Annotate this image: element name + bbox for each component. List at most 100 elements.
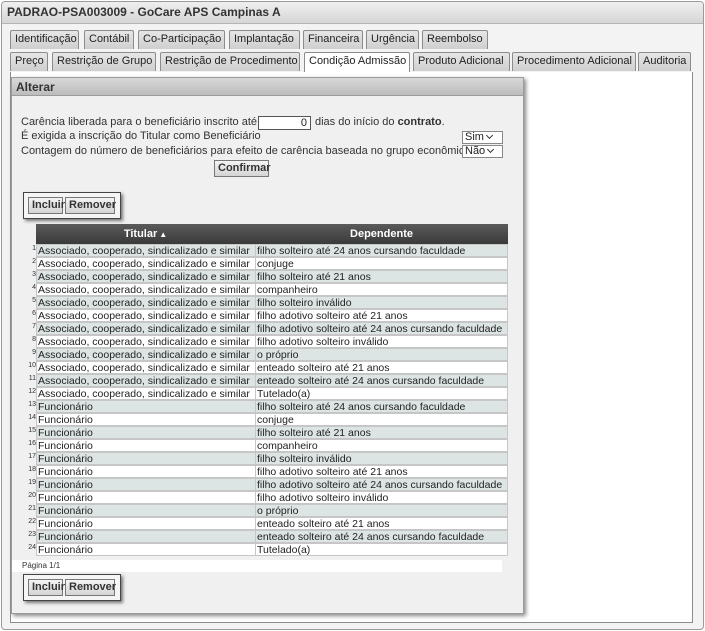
remover-button-bottom[interactable]: Remover [65, 579, 116, 596]
row-number: 9 [32, 349, 36, 356]
cell-dependente: o próprio [255, 348, 508, 361]
row-number: 12 [28, 388, 36, 395]
table-row[interactable]: 1 Associado, cooperado, sindicalizado e s… [25, 244, 508, 257]
cell-titular: Funcionário [36, 413, 255, 426]
pager: Página 1/1 [12, 560, 502, 572]
row-number: 20 [28, 492, 36, 499]
tab-produto-adicional[interactable]: Produto Adicional [413, 52, 510, 71]
row-number: 3 [32, 271, 36, 278]
row-number: 21 [28, 505, 36, 512]
cell-titular: Funcionário [36, 491, 255, 504]
remover-button-top[interactable]: Remover [65, 197, 116, 214]
window-title: PADRAO-PSA003009 - GoCare APS Campinas A [2, 2, 703, 24]
carencia-label: Carência liberada para o beneficiário in… [21, 116, 257, 128]
table-row[interactable]: 24 Funcionário Tutelado(a) [25, 543, 508, 556]
row-number: 5 [32, 297, 36, 304]
table-row[interactable]: 18 Funcionário filho adotivo solteiro até … [25, 465, 508, 478]
tab-implantacao[interactable]: Implantação [229, 30, 300, 49]
table-row[interactable]: 7 Associado, cooperado, sindicalizado e s… [25, 322, 508, 335]
table-row[interactable]: 8 Associado, cooperado, sindicalizado e s… [25, 335, 508, 348]
table-row[interactable]: 15 Funcionário filho solteiro até 21 anos [25, 426, 508, 439]
cell-titular: Funcionário [36, 504, 255, 517]
cell-dependente: filho solteiro até 24 anos cursando facu… [255, 244, 508, 257]
contagem-question: Contagem do número de beneficiários para… [21, 145, 471, 157]
tab-reembolso[interactable]: Reembolso [422, 30, 488, 49]
cell-titular: Associado, cooperado, sindicalizado e si… [36, 296, 255, 309]
row-number: 6 [32, 310, 36, 317]
cell-titular: Associado, cooperado, sindicalizado e si… [36, 283, 255, 296]
row-number: 24 [28, 544, 36, 551]
cell-dependente: enteado solteiro até 21 anos [255, 361, 508, 374]
cell-dependente: enteado solteiro até 24 anos cursando fa… [255, 374, 508, 387]
cell-titular: Associado, cooperado, sindicalizado e si… [36, 361, 255, 374]
table-row[interactable]: 13 Funcionário filho solteiro até 24 anos … [25, 400, 508, 413]
data-grid: Titular ▲ Dependente 1 Associado, cooperad… [25, 224, 508, 557]
chevron-down-icon [487, 145, 495, 154]
cell-titular: Associado, cooperado, sindicalizado e si… [36, 257, 255, 270]
tab-contabil[interactable]: Contábil [84, 30, 134, 49]
cell-dependente: filho adotivo solteiro inválido [255, 335, 508, 348]
cell-dependente: filho solteiro até 21 anos [255, 270, 508, 283]
row-number: 23 [28, 531, 36, 538]
cell-dependente: Tutelado(a) [255, 543, 508, 556]
row-number: 16 [28, 440, 36, 447]
table-row[interactable]: 20 Funcionário filho adotivo solteiro invá… [25, 491, 508, 504]
row-number: 22 [28, 518, 36, 525]
carencia-days-input[interactable]: 0 [258, 116, 311, 130]
table-row[interactable]: 11 Associado, cooperado, sindicalizado e … [25, 374, 508, 387]
tab-auditoria[interactable]: Auditoria [638, 52, 691, 71]
column-header-titular[interactable]: Titular ▲ [36, 224, 255, 244]
tab-preco[interactable]: Preço [10, 52, 48, 71]
table-row[interactable]: 21 Funcionário o próprio [25, 504, 508, 517]
table-row[interactable]: 22 Funcionário enteado solteiro até 21 ano… [25, 517, 508, 530]
column-header-dependente[interactable]: Dependente [255, 224, 508, 244]
table-row[interactable]: 4 Associado, cooperado, sindicalizado e s… [25, 283, 508, 296]
tab-condicao-admissao[interactable]: Condição Admissão [304, 52, 410, 72]
incluir-button-top[interactable]: Incluir [28, 197, 65, 214]
tab-restricao-grupo[interactable]: Restrição de Grupo [52, 52, 156, 71]
row-number: 10 [28, 362, 36, 369]
contagem-select[interactable]: Não [462, 145, 503, 158]
table-row[interactable]: 9 Associado, cooperado, sindicalizado e s… [25, 348, 508, 361]
table-row[interactable]: 16 Funcionário companheiro [25, 439, 508, 452]
table-row[interactable]: 3 Associado, cooperado, sindicalizado e s… [25, 270, 508, 283]
table-row[interactable]: 17 Funcionário filho solteiro inválido [25, 452, 508, 465]
row-number: 7 [32, 323, 36, 330]
confirmar-button[interactable]: Confirmar [214, 160, 271, 177]
tab-co-participacao[interactable]: Co-Participação [138, 30, 225, 49]
table-row[interactable]: 6 Associado, cooperado, sindicalizado e s… [25, 309, 508, 322]
cell-titular: Associado, cooperado, sindicalizado e si… [36, 335, 255, 348]
tab-financeira[interactable]: Financeira [303, 30, 363, 49]
cell-dependente: filho adotivo solteiro até 21 anos [255, 309, 508, 322]
titular-question: É exigida a inscrição do Titular como Be… [21, 130, 261, 142]
cell-dependente: enteado solteiro até 24 anos cursando fa… [255, 530, 508, 543]
table-row[interactable]: 12 Associado, cooperado, sindicalizado e … [25, 387, 508, 400]
cell-titular: Funcionário [36, 517, 255, 530]
table-row[interactable]: 10 Associado, cooperado, sindicalizado e … [25, 361, 508, 374]
incluir-button-bottom[interactable]: Incluir [28, 579, 65, 596]
cell-dependente: companheiro [255, 283, 508, 296]
titular-select[interactable]: Sim [462, 131, 503, 144]
cell-dependente: filho solteiro inválido [255, 296, 508, 309]
row-number: 19 [28, 479, 36, 486]
cell-dependente: filho adotivo solteiro até 24 anos cursa… [255, 322, 508, 335]
cell-titular: Funcionário [36, 400, 255, 413]
row-number: 4 [32, 284, 36, 291]
cell-titular: Associado, cooperado, sindicalizado e si… [36, 348, 255, 361]
cell-dependente: filho adotivo solteiro até 21 anos [255, 465, 508, 478]
cell-dependente: enteado solteiro até 21 anos [255, 517, 508, 530]
table-row[interactable]: 14 Funcionário conjuge [25, 413, 508, 426]
row-number: 15 [28, 427, 36, 434]
table-row[interactable]: 23 Funcionário enteado solteiro até 24 ano… [25, 530, 508, 543]
table-row[interactable]: 19 Funcionário filho adotivo solteiro até … [25, 478, 508, 491]
row-number: 13 [28, 401, 36, 408]
tab-restricao-procedimento[interactable]: Restrição de Procedimento [160, 52, 300, 71]
tab-urgencia[interactable]: Urgência [366, 30, 419, 49]
table-row[interactable]: 5 Associado, cooperado, sindicalizado e s… [25, 296, 508, 309]
table-row[interactable]: 2 Associado, cooperado, sindicalizado e s… [25, 257, 508, 270]
tab-identificacao[interactable]: Identificação [10, 30, 79, 49]
cell-titular: Associado, cooperado, sindicalizado e si… [36, 309, 255, 322]
tab-procedimento-adicional[interactable]: Procedimento Adicional [512, 52, 636, 71]
row-number: 1 [32, 245, 36, 252]
cell-titular: Funcionário [36, 478, 255, 491]
